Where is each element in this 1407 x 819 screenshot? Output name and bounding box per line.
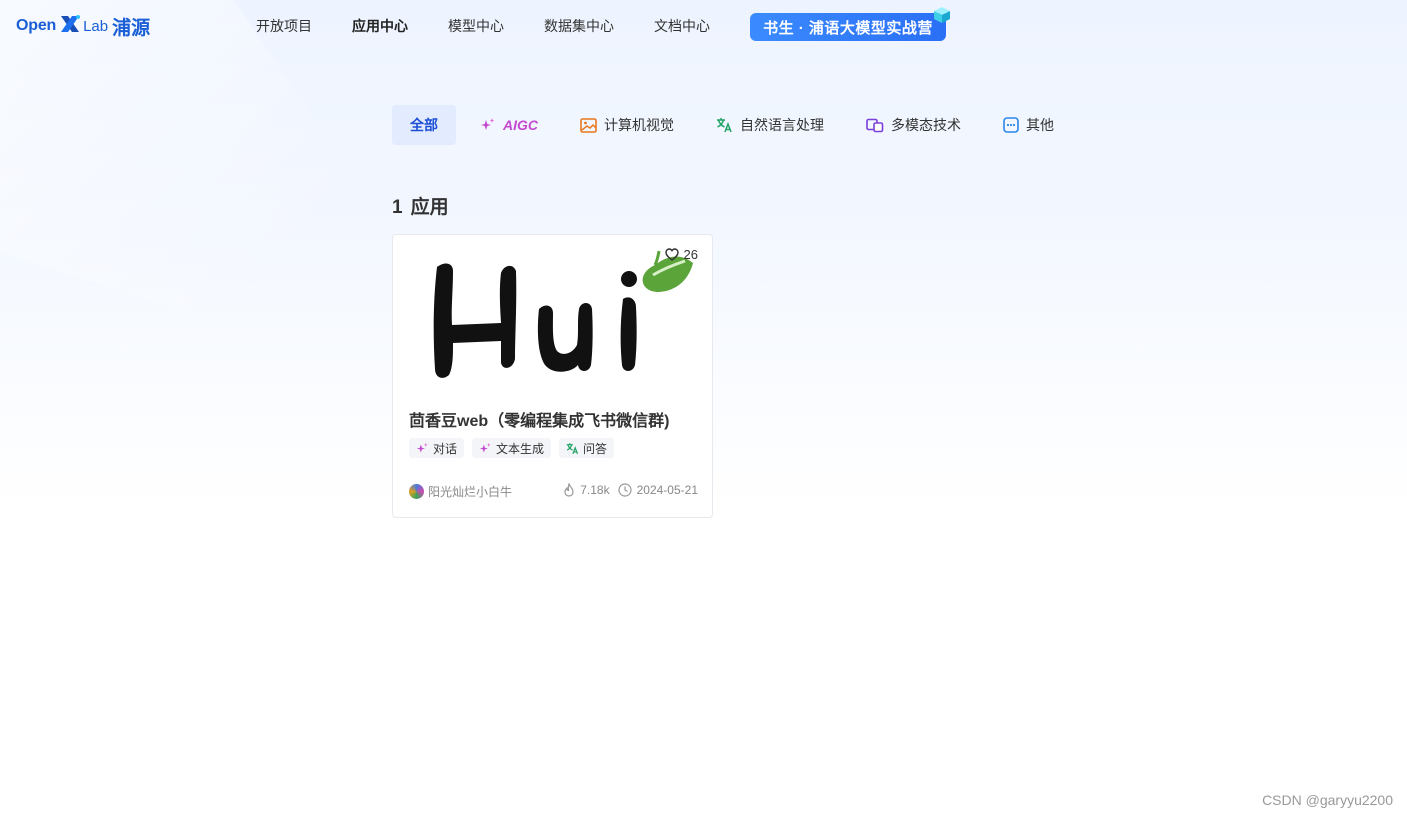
date-stat: 2024-05-21	[618, 483, 698, 497]
logo-lab-text: Lab	[83, 17, 109, 35]
nav-item-dataset-center[interactable]: 数据集中心	[544, 16, 614, 36]
image-icon	[580, 117, 597, 133]
top-header: Open Lab 浦源 开放项目 应用中心 模型中心 数据集中心 文档中心 书生…	[0, 0, 1407, 52]
tag-qa[interactable]: 问答	[559, 438, 615, 458]
tab-other[interactable]: 其他	[985, 105, 1072, 145]
tag-text-generation-label: 文本生成	[496, 441, 545, 456]
main-nav: 开放项目 应用中心 模型中心 数据集中心 文档中心	[256, 16, 750, 36]
nav-item-open-projects[interactable]: 开放项目	[256, 16, 312, 36]
app-card[interactable]: 26 茴香豆web（零编程集成飞书微信群) 对话 文本生成 问答 阳光灿烂小白牛…	[392, 234, 713, 518]
tab-multimodal-label: 多模态技术	[891, 117, 961, 133]
more-icon	[1003, 117, 1019, 133]
tab-computer-vision[interactable]: 计算机视觉	[562, 105, 692, 145]
openxlab-logo[interactable]: Open Lab 浦源	[16, 12, 150, 40]
logo-x-icon	[59, 14, 81, 39]
nav-item-app-center[interactable]: 应用中心	[352, 16, 408, 36]
tag-chat-label: 对话	[433, 441, 458, 456]
translate-icon	[566, 442, 579, 454]
tab-all-label: 全部	[410, 117, 438, 133]
csdn-watermark: CSDN @garyyu2200	[1262, 792, 1393, 808]
author-name: 阳光灿烂小白牛	[428, 485, 513, 499]
tab-aigc[interactable]: AIGC	[462, 105, 556, 145]
tab-nlp[interactable]: 自然语言处理	[698, 105, 842, 145]
tag-text-generation[interactable]: 文本生成	[472, 438, 552, 458]
logo-cn-text: 浦源	[112, 16, 151, 39]
like-button[interactable]: 26	[664, 247, 698, 262]
app-tags: 对话 文本生成 问答	[409, 438, 622, 458]
tab-cv-label: 计算机视觉	[604, 117, 674, 133]
author[interactable]: 阳光灿烂小白牛	[409, 483, 512, 500]
tab-nlp-label: 自然语言处理	[740, 117, 824, 133]
tag-chat[interactable]: 对话	[409, 438, 465, 458]
tag-qa-label: 问答	[583, 441, 608, 456]
app-cover-image	[409, 247, 698, 383]
views-stat: 7.18k	[563, 483, 610, 497]
category-tabs: 全部 AIGC 计算机视觉 自然语言处理 多模态技术 其他	[392, 105, 1078, 145]
result-count: 1 应用	[392, 192, 457, 219]
result-count-number: 1	[392, 197, 403, 218]
tab-all[interactable]: 全部	[392, 105, 456, 145]
translate-icon	[716, 117, 733, 133]
tab-multimodal[interactable]: 多模态技术	[848, 105, 979, 145]
nav-item-doc-center[interactable]: 文档中心	[654, 16, 710, 36]
tab-other-label: 其他	[1026, 117, 1054, 133]
result-count-label: 应用	[410, 197, 449, 218]
views-count: 7.18k	[580, 483, 610, 497]
app-title[interactable]: 茴香豆web（零编程集成飞书微信群)	[409, 407, 669, 431]
sparkle-icon	[479, 442, 491, 453]
heart-icon	[664, 248, 679, 261]
sparkle-icon	[480, 117, 496, 133]
date-value: 2024-05-21	[636, 483, 698, 497]
cube-icon	[932, 5, 952, 29]
logo-open-text: Open	[16, 17, 57, 34]
avatar	[409, 484, 424, 499]
clock-icon	[618, 483, 632, 497]
app-meta: 阳光灿烂小白牛 7.18k 2024-05-21	[409, 483, 698, 499]
flame-icon	[564, 483, 574, 497]
multimodal-icon	[866, 118, 884, 133]
tab-aigc-label: AIGC	[503, 117, 538, 133]
sparkle-icon	[416, 442, 428, 453]
like-count: 26	[683, 247, 698, 262]
promo-label: 书生 · 浦语大模型实战营	[763, 19, 933, 37]
promo-camp-button[interactable]: 书生 · 浦语大模型实战营	[750, 7, 950, 41]
app-stats: 7.18k 2024-05-21	[555, 483, 698, 497]
nav-item-model-center[interactable]: 模型中心	[448, 16, 504, 36]
